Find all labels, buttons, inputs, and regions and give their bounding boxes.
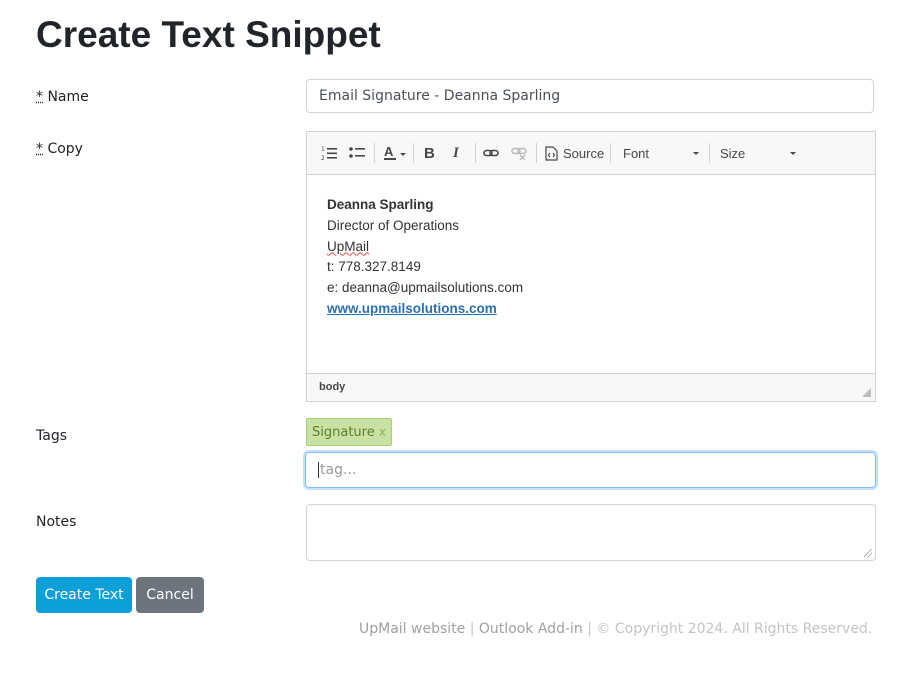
text-caret <box>318 462 319 478</box>
notes-label: Notes <box>36 514 77 530</box>
editor-toolbar: 1 2 A B I Source Font Size <box>307 132 875 175</box>
element-path[interactable]: body <box>319 381 345 393</box>
editor-content[interactable]: Deanna Sparling Director of Operations U… <box>307 175 875 375</box>
tag-input[interactable]: tag... <box>305 452 876 488</box>
toolbar-separator <box>475 143 476 163</box>
link-button[interactable] <box>483 143 499 163</box>
name-label: * Name <box>36 89 89 105</box>
tag-label: Signature <box>312 425 375 440</box>
required-marker: * <box>36 141 43 157</box>
upmail-website-link[interactable]: UpMail website <box>359 621 465 637</box>
copy-label: * Copy <box>36 141 83 157</box>
toolbar-separator <box>374 143 375 163</box>
source-icon <box>545 145 558 161</box>
bold-button[interactable]: B <box>424 143 435 163</box>
link-icon <box>483 149 499 157</box>
unlink-button[interactable] <box>511 143 527 163</box>
font-label: Font <box>623 145 650 161</box>
signature-email: e: deanna@upmailsolutions.com <box>327 280 524 296</box>
tag-remove-icon[interactable]: x <box>379 425 386 439</box>
signature-role: Director of Operations <box>327 217 460 233</box>
tags-label: Tags <box>36 428 67 444</box>
signature-company: UpMail <box>327 238 370 254</box>
chevron-down-icon <box>693 152 699 155</box>
toolbar-separator <box>709 143 710 163</box>
tag-chip: Signature x <box>306 418 392 446</box>
outlook-addin-link[interactable]: Outlook Add-in <box>479 621 583 637</box>
copyright-text: © Copyright 2024. All Rights Reserved. <box>596 621 873 637</box>
footer-separator: | <box>469 621 475 637</box>
text-color-button[interactable]: A <box>383 143 407 163</box>
numbered-list-button[interactable]: 1 2 <box>321 143 337 163</box>
bulleted-list-icon <box>349 147 365 158</box>
size-label: Size <box>720 145 746 161</box>
source-button[interactable]: Source <box>545 143 604 163</box>
toolbar-separator <box>413 143 414 163</box>
text-color-icon: A <box>384 144 406 160</box>
size-dropdown[interactable]: Size <box>720 143 800 163</box>
name-input[interactable]: Email Signature - Deanna Sparling <box>306 79 874 113</box>
source-label: Source <box>563 145 605 161</box>
page-title: Create Text Snippet <box>36 14 381 55</box>
editor-path-bar: body <box>307 373 875 401</box>
chevron-down-icon <box>790 152 796 155</box>
notes-textarea[interactable] <box>306 504 876 561</box>
textarea-resize-icon[interactable] <box>864 549 872 557</box>
font-dropdown[interactable]: Font <box>623 143 703 163</box>
unlink-icon <box>511 147 527 161</box>
footer: UpMail website | Outlook Add-in | © Copy… <box>359 621 872 637</box>
signature-name: Deanna Sparling <box>327 197 434 212</box>
rich-text-editor: 1 2 A B I Source Font Size Deanna Sparli… <box>306 131 876 402</box>
required-marker: * <box>36 89 43 105</box>
create-text-button[interactable]: Create Text <box>36 577 132 613</box>
toolbar-separator <box>610 143 611 163</box>
footer-separator: | <box>587 621 592 637</box>
resize-handle-icon[interactable] <box>862 388 871 397</box>
signature-website-link[interactable]: www.upmailsolutions.com <box>327 301 497 316</box>
bulleted-list-button[interactable] <box>349 143 365 163</box>
tag-placeholder: tag... <box>320 462 357 478</box>
italic-button[interactable]: I <box>453 143 459 163</box>
cancel-button[interactable]: Cancel <box>136 577 204 613</box>
numbered-list-icon: 1 2 <box>321 146 337 161</box>
toolbar-separator <box>536 143 537 163</box>
svg-text:A: A <box>384 144 394 159</box>
svg-text:1: 1 <box>321 146 325 153</box>
signature-phone: t: 778.327.8149 <box>327 259 421 275</box>
svg-text:2: 2 <box>321 155 325 161</box>
